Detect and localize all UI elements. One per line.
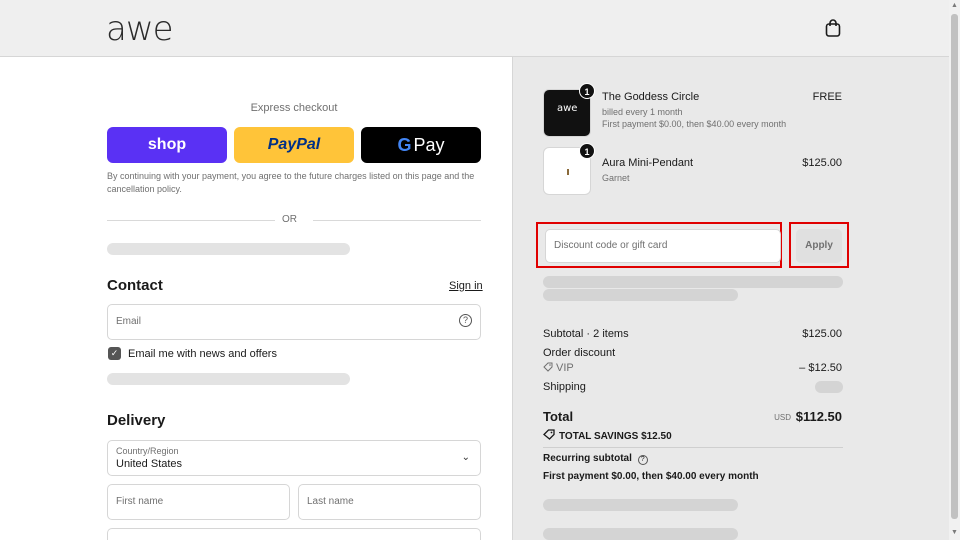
delivery-heading: Delivery [107,412,166,429]
recurring-line: First payment $0.00, then $40.00 every m… [543,471,759,482]
savings-label: TOTAL SAVINGS [559,431,639,442]
savings-value: $12.50 [641,431,672,442]
item-price: $125.00 [802,157,842,169]
sign-in-link[interactable]: Sign in [449,280,483,292]
loading-placeholder [107,373,350,385]
discount-highlight: Discount code or gift card [536,222,782,268]
thumbnail-logo: awe [557,103,578,114]
item-billing: billed every 1 month [602,107,683,117]
page-scrollbar[interactable]: ▲ ▼ [949,0,960,540]
shop-pay-label: shop [147,136,187,153]
quantity-badge: 1 [579,83,595,99]
vip-label: VIP [556,362,574,374]
total-label: Total [543,409,574,424]
or-divider-right [313,220,481,221]
contact-heading: Contact [107,277,163,294]
shop-pay-button[interactable]: shop [107,127,227,163]
consent-text: By continuing with your payment, you agr… [107,171,475,194]
item-variant: Garnet [602,173,630,183]
chevron-down-icon: ⌄ [461,452,470,463]
scroll-thumb[interactable] [951,14,958,519]
scroll-up-icon[interactable]: ▲ [951,2,958,9]
tag-icon [543,429,555,440]
express-checkout-title: Express checkout [250,102,338,114]
info-icon[interactable]: ? [637,455,648,465]
shipping-label: Shipping [543,381,586,393]
country-select[interactable]: Country/Region United States ⌄ [107,440,481,476]
shipping-loading [815,381,843,393]
loading-placeholder [543,276,843,288]
site-header: awe [0,0,949,57]
news-checkbox[interactable]: ✓ [108,347,121,360]
scroll-down-icon[interactable]: ▼ [951,529,958,536]
summary-divider [543,447,843,448]
last-name-field[interactable]: Last name [298,484,481,520]
paypal-label: PayPal [267,136,321,153]
total-savings: TOTAL SAVINGS $12.50 [543,429,672,442]
loading-placeholder [107,243,350,255]
subtotal-value: $125.00 [802,328,842,340]
vip-value: – $12.50 [799,362,842,374]
google-g-icon: G [397,134,412,155]
quantity-badge: 1 [579,143,595,159]
item-price: FREE [812,91,842,103]
paypal-button[interactable]: PayPal [234,127,354,163]
loading-placeholder [543,289,738,301]
currency-code: USD [774,413,791,422]
help-icon[interactable]: ? [459,314,472,327]
subtotal-label: Subtotal · 2 items [543,328,629,340]
email-field[interactable]: Email ? [107,304,481,340]
discount-input[interactable]: Discount code or gift card [545,229,781,263]
country-label: Country/Region [116,446,179,456]
or-label: OR [282,214,297,225]
item-payment-schedule: First payment $0.00, then $40.00 every m… [602,119,787,129]
first-name-placeholder: First name [116,496,164,507]
recurring-title: Recurring subtotal [543,453,632,464]
loading-placeholder [543,499,738,511]
pendant-image [567,169,569,175]
address-field[interactable] [107,528,481,540]
vip-discount: VIP [543,362,574,374]
tag-icon [543,362,553,372]
total-value: $112.50 [795,409,842,424]
order-summary: awe 1 The Goddess Circle billed every 1 … [512,57,949,540]
item-name: The Goddess Circle [602,91,700,103]
google-pay-button[interactable]: G Pay [361,127,481,163]
brand-logo[interactable]: awe [106,9,174,49]
country-value: United States [116,458,183,470]
apply-button[interactable]: Apply [796,229,842,263]
email-placeholder: Email [116,316,142,327]
or-divider-left [107,220,275,221]
checkout-form: Express checkout shop PayPal G Pay By co… [0,57,512,540]
first-name-field[interactable]: First name [107,484,290,520]
shopping-bag-icon[interactable] [823,18,843,38]
news-checkbox-label[interactable]: Email me with news and offers [128,348,277,360]
google-pay-label: Pay [413,134,445,155]
recurring-subtotal: Recurring subtotal ? [543,453,648,465]
item-name: Aura Mini-Pendant [602,157,694,169]
loading-placeholder [543,528,738,540]
last-name-placeholder: Last name [307,496,354,507]
order-discount-label: Order discount [543,347,616,359]
apply-highlight: Apply [789,222,849,268]
